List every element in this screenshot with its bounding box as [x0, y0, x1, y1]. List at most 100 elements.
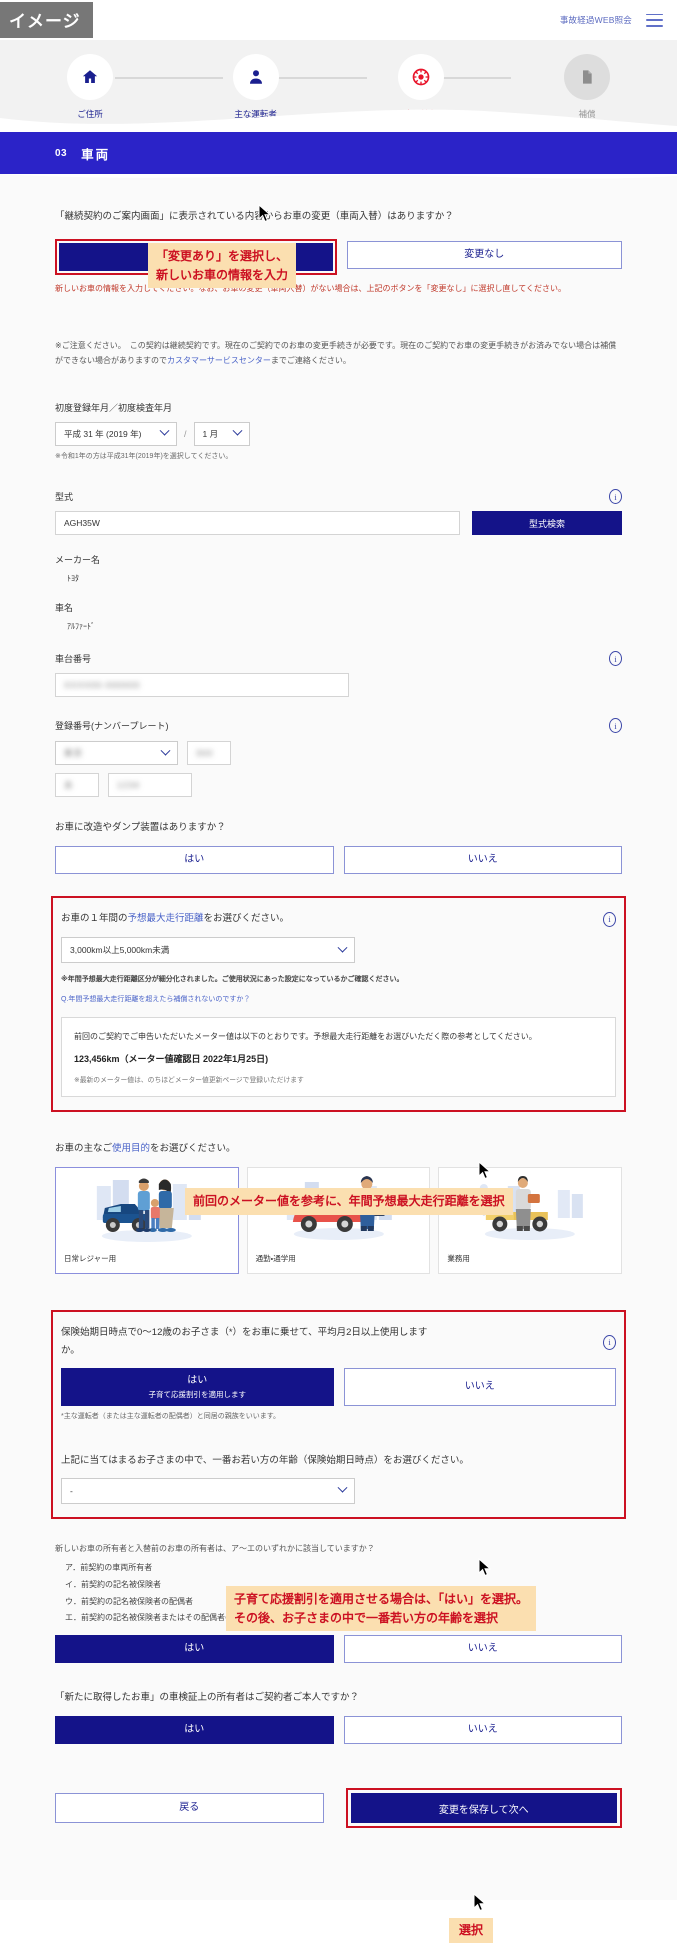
chassis-value-masked: XXXX00-000000 [64, 680, 141, 691]
plate-label: 登録番号(ナンバープレート) [55, 721, 169, 732]
plate-kana-input[interactable]: あ [55, 773, 99, 798]
mileage-selected-value: 3,000km以上5,000km未満 [70, 945, 170, 956]
mileage-reference-line: 前回のご契約でご申告いただいたメーター値は以下のとおりです。予想最大走行距離をお… [74, 1032, 537, 1042]
model-search-button[interactable]: 型式検索 [472, 511, 622, 536]
document-icon [563, 54, 610, 100]
childcare-no-button[interactable]: いいえ [343, 1368, 616, 1407]
plate-label-row: 登録番号(ナンバープレート) i [55, 718, 622, 734]
mileage-question: お車の１年間の予想最大走行距離をお選びください。 [61, 913, 290, 925]
mileage-select[interactable]: 3,000km以上5,000km未満 [61, 937, 355, 964]
usage-question: お車の主なご使用目的をお選びください。 [55, 1143, 236, 1155]
registration-year-value: 平成 31 年 (2019 年) [64, 428, 142, 439]
plate-kana-value: あ [64, 780, 74, 791]
stepper-wave-divider [0, 109, 677, 132]
childcare-question: 保険始期日時点で0〜12歳のお子さま（*）をお車に乗せて、平均月2日以上使用しま… [61, 1327, 428, 1357]
change-caution: ※ご注意ください。 この契約は継続契約です。現在のご契約でのお車の変更手続きが必… [55, 338, 622, 368]
info-icon[interactable]: i [609, 489, 622, 505]
childcare-age-question: 上記に当てはまるお子さまの中で、一番お若い方の年齢（保険始期日時点）をお選びくだ… [61, 1454, 469, 1466]
owner-self-yes-button[interactable]: はい [55, 1716, 334, 1745]
submit-button[interactable]: 変更を保存して次へ [350, 1793, 617, 1824]
info-icon[interactable]: i [603, 1334, 616, 1350]
usage-card-commute[interactable]: 通勤・通学用 [246, 1167, 431, 1275]
modification-yes-button[interactable]: はい [55, 846, 334, 875]
childcare-yes-button[interactable]: はい 子育て応援割引を適用します [61, 1368, 334, 1407]
accident-web-inquiry-link[interactable]: 事故経過WEB照会 [560, 14, 632, 26]
model-value: AGH35W [64, 518, 100, 529]
mileage-reference-box: 前回のご契約でご申告いただいたメーター値は以下のとおりです。予想最大走行距離をお… [61, 1017, 616, 1098]
mileage-faq-link[interactable]: Q.年間予想最大走行距離を超えたら補償されないのですか？ [61, 994, 616, 1007]
plate-class-input[interactable]: 300 [187, 741, 231, 766]
childcare-age-value: - [70, 1485, 73, 1496]
mileage-question-link[interactable]: 予想最大走行距離 [128, 913, 204, 924]
model-label-row: 型式 i [55, 489, 622, 505]
change-no-button[interactable]: 変更なし [346, 241, 622, 270]
customer-service-center-link[interactable]: カスタマーサービスセンター [167, 356, 271, 365]
registration-date-label: 初度登録年月／初度検査年月 [55, 402, 173, 413]
home-icon [67, 54, 113, 100]
registration-year-select[interactable]: 平成 31 年 (2019 年) [55, 421, 177, 446]
childcare-footnote: *主な運転者（または主な運転者の配偶者）と同居の親族をいいます。 [61, 1413, 281, 1421]
owner-question: 新しいお車の所有者と入替前のお車の所有者は、ア〜エのいずれかに該当していますか？ [55, 1543, 375, 1553]
tire-icon [398, 54, 445, 100]
registration-date-row: 平成 31 年 (2019 年) / 1 月 [55, 421, 622, 446]
plate-number-input[interactable]: 1234 [108, 773, 192, 798]
change-caution-text-2: までご連絡ください。 [270, 356, 351, 366]
info-icon[interactable]: i [603, 911, 616, 927]
progress-stepper: ご住所 主な運転者 車両情報 [0, 40, 677, 132]
change-red-note: 新しいお車の情報を入力してください。なお、お車の変更（車両入替）がない場合は、上… [55, 284, 567, 294]
plate-class-value: 300 [196, 748, 214, 759]
registration-month-select[interactable]: 1 月 [193, 421, 250, 446]
owner-self-question: 「新たに取得したお車」の車検証上の所有者はご契約者ご本人ですか？ [55, 1692, 360, 1704]
info-icon[interactable]: i [609, 651, 622, 667]
carname-value: ｱﾙﾌｧｰﾄﾞ [67, 622, 95, 632]
modification-question: お車に改造やダンプ装置はありますか？ [55, 822, 226, 834]
info-icon[interactable]: i [609, 718, 622, 734]
callout-change: 「変更あり」を選択し、 新しいお車の情報を入力 [148, 243, 297, 289]
back-button[interactable]: 戻る [55, 1793, 324, 1824]
mouse-cursor-mileage [478, 1161, 492, 1180]
chassis-label: 車台番号 [55, 654, 92, 665]
mouse-cursor-change [258, 204, 272, 223]
registration-month-value: 1 月 [202, 428, 219, 439]
plate-region-value: 東京 [64, 748, 84, 759]
section-title: 車両 [81, 147, 111, 162]
model-input[interactable]: AGH35W [55, 511, 460, 536]
usage-card-business[interactable]: 業務用 [438, 1167, 623, 1275]
hamburger-menu-icon[interactable] [646, 13, 663, 27]
usage-card-business-label: 業務用 [447, 1254, 470, 1264]
plate-row-1: 東京 300 [55, 741, 622, 766]
mouse-cursor-submit [473, 1893, 487, 1912]
owner-yes-button[interactable]: はい [55, 1635, 334, 1664]
top-header-bar: 事故経過WEB照会 [0, 0, 677, 40]
childcare-highlight-box: 保険始期日時点で0〜12歳のお子さま（*）をお車に乗せて、平均月2日以上使用しま… [51, 1310, 626, 1519]
footer-button-row: 戻る 変更を保存して次へ [55, 1788, 622, 1829]
carname-label: 車名 [55, 603, 74, 614]
owner-self-no-button[interactable]: いいえ [343, 1716, 622, 1745]
change-question: 「継続契約のご案内画面」に表示されている内容からお車の変更（車両入替）はあります… [55, 211, 454, 222]
childcare-question-row: 保険始期日時点で0〜12歳のお子さま（*）をお車に乗せて、平均月2日以上使用しま… [61, 1324, 616, 1360]
submit-highlight: 変更を保存して次へ [345, 1788, 622, 1829]
usage-card-leisure[interactable]: 日常レジャー用 [55, 1167, 239, 1275]
page-bottom-strip [0, 1900, 677, 1923]
mileage-question-row: お車の１年間の予想最大走行距離をお選びください。 i [61, 910, 616, 928]
usage-question-link[interactable]: 使用目的 [112, 1143, 150, 1154]
section-wave-bottom [0, 174, 677, 182]
callout-childcare: 子育て応援割引を適用させる場合は、「はい」を選択。 その後、お子さまの中で一番若… [226, 1586, 537, 1632]
plate-region-select[interactable]: 東京 [55, 741, 178, 766]
date-separator: / [184, 428, 187, 439]
modification-answer-row: はい いいえ [55, 846, 622, 875]
section-bar-wrapper: 03 車両 [0, 125, 677, 182]
usage-card-list: 日常レジャー用 通勤・通学用 業務用 [55, 1167, 623, 1275]
mileage-reference-value: 123,456km（メーター値確認日 2022年1月25日) [74, 1054, 269, 1065]
childcare-answer-row: はい 子育て応援割引を適用します いいえ [61, 1368, 616, 1407]
childcare-yes-label: はい [187, 1375, 208, 1387]
model-input-row: AGH35W 型式検索 [55, 511, 622, 536]
form-content: 「継続契約のご案内画面」に表示されている内容からお車の変更（車両入替）はあります… [0, 182, 677, 1901]
childcare-age-select[interactable]: - [61, 1477, 355, 1504]
callout-mileage: 前回のメーター値を参考に、年間予想最大走行距離を選択 [185, 1188, 513, 1215]
owner-no-button[interactable]: いいえ [343, 1635, 622, 1664]
callout-submit: 選択 [449, 1918, 494, 1943]
modification-no-button[interactable]: いいえ [343, 846, 622, 875]
chassis-input[interactable]: XXXX00-000000 [55, 673, 349, 698]
chassis-label-row: 車台番号 i [55, 651, 622, 667]
